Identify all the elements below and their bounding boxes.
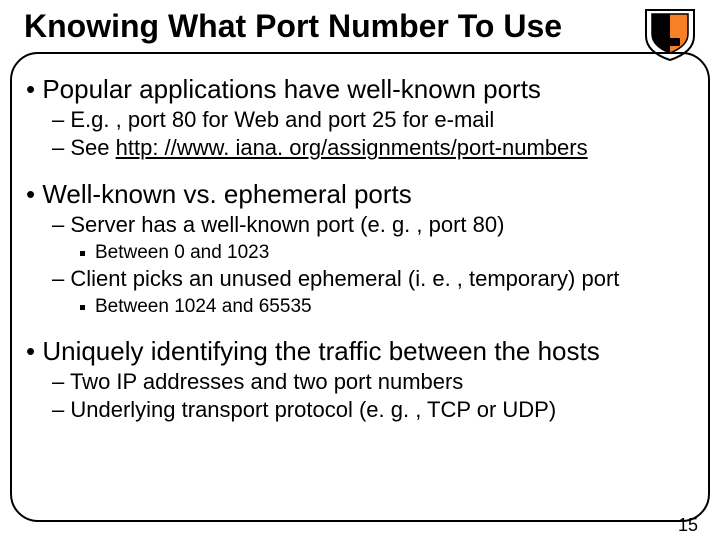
see-prefix: See <box>70 135 115 160</box>
subbullet-server-port: Server has a well-known port (e. g. , po… <box>52 212 696 238</box>
subbullet-transport-protocol: Underlying transport protocol (e. g. , T… <box>52 397 696 423</box>
bullet-dot-icon <box>80 305 85 310</box>
slide-body: Popular applications have well-known por… <box>26 64 696 423</box>
bullet-popular-apps: Popular applications have well-known por… <box>26 74 696 105</box>
bullet-wellknown-vs-ephemeral: Well-known vs. ephemeral ports <box>26 179 696 210</box>
slide: Knowing What Port Number To Use Popular … <box>0 0 720 540</box>
range-0-1023-text: Between 0 and 1023 <box>95 242 269 264</box>
subbullet-client-port: Client picks an unused ephemeral (i. e. … <box>52 266 696 292</box>
bullet-uniquely-identifying: Uniquely identifying the traffic between… <box>26 336 696 367</box>
subbullet-two-ips-ports: Two IP addresses and two port numbers <box>52 369 696 395</box>
subsubbullet-range-1024-65535: Between 1024 and 65535 <box>80 296 696 318</box>
bullet-dot-icon <box>80 251 85 256</box>
slide-title: Knowing What Port Number To Use <box>22 10 564 44</box>
subbullet-eg-ports: E.g. , port 80 for Web and port 25 for e… <box>52 107 696 133</box>
iana-link[interactable]: http: //www. iana. org/assignments/port-… <box>116 135 588 160</box>
range-1024-65535-text: Between 1024 and 65535 <box>95 296 312 318</box>
page-number: 15 <box>678 515 698 536</box>
subbullet-see-link: See http: //www. iana. org/assignments/p… <box>52 135 696 161</box>
subsubbullet-range-0-1023: Between 0 and 1023 <box>80 242 696 264</box>
